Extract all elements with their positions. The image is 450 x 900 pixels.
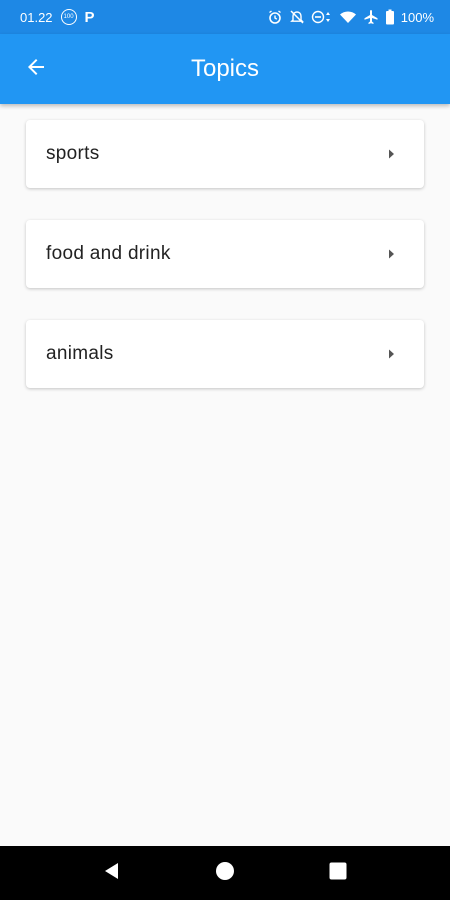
airplane-icon <box>363 9 379 25</box>
topic-label: sports <box>46 143 100 164</box>
topic-list: sports food and drink animals <box>26 120 424 420</box>
battery-icon <box>385 9 395 25</box>
back-button[interactable] <box>14 47 58 91</box>
topic-label: food and drink <box>46 243 171 264</box>
topic-label: animals <box>46 343 114 364</box>
system-navigation-bar <box>0 846 450 900</box>
status-bar: 01.22 100 P 100% <box>0 0 450 34</box>
topic-item-animals[interactable]: animals <box>26 320 424 388</box>
chevron-right-icon <box>386 148 396 160</box>
topic-item-sports[interactable]: sports <box>26 120 424 188</box>
chevron-right-icon <box>386 348 396 360</box>
topic-item-food-and-drink[interactable]: food and drink <box>26 220 424 288</box>
app-bar: Topics <box>0 34 450 104</box>
status-time: 01.22 <box>20 9 53 25</box>
wifi-icon <box>339 9 357 25</box>
nav-recents-button[interactable] <box>313 846 363 900</box>
battery-percentage: 100% <box>400 9 434 25</box>
page-title: Topics <box>190 55 260 82</box>
alarm-icon <box>267 9 283 25</box>
nav-home-button[interactable] <box>200 846 250 900</box>
badge-icon: 100 <box>60 9 77 25</box>
back-triangle-icon <box>102 861 122 886</box>
recents-square-icon <box>328 861 348 886</box>
parking-icon: P <box>84 8 95 26</box>
chevron-right-icon <box>386 248 396 260</box>
dnd-icon <box>311 9 333 25</box>
arrow-left-icon <box>24 55 48 84</box>
nav-back-button[interactable] <box>87 846 137 900</box>
home-circle-icon <box>215 861 235 886</box>
notifications-off-icon <box>289 9 305 25</box>
